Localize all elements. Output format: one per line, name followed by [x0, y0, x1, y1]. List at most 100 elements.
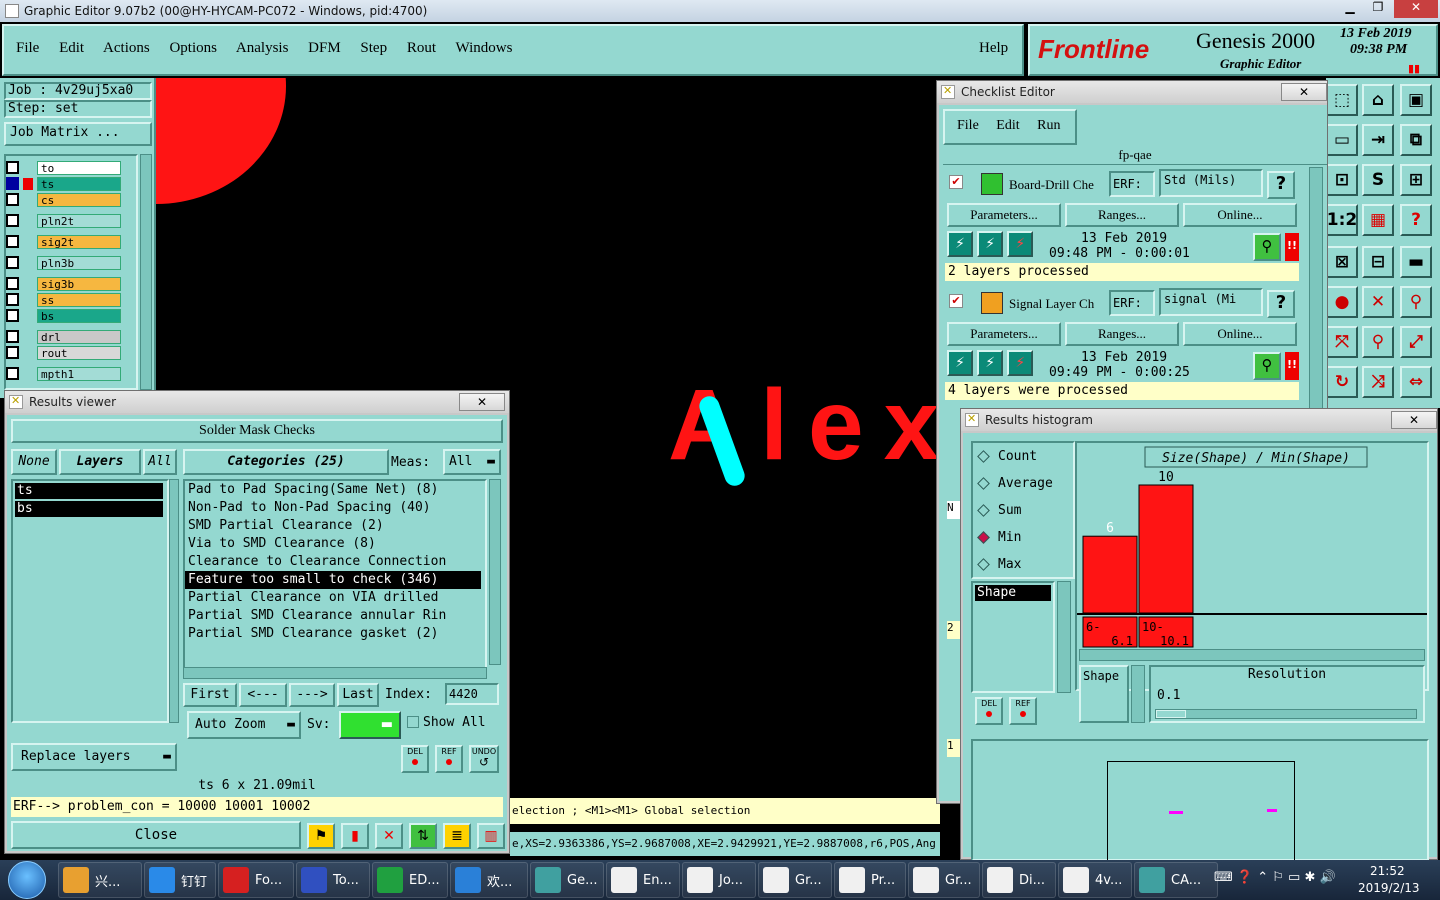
taskbar-item[interactable]: Pr... — [834, 862, 906, 898]
category-item[interactable]: Pad to Pad Spacing(Same Net) (8) — [185, 481, 485, 499]
taskbar-item[interactable]: Gr... — [908, 862, 980, 898]
ref-button[interactable]: REF — [435, 745, 463, 773]
prev-button[interactable]: <--- — [239, 683, 287, 707]
toolbar-tool-23-icon[interactable]: ⇔ — [1400, 366, 1432, 398]
toolbar-tool-6-icon[interactable]: ⊡ — [1326, 164, 1358, 196]
layer-name[interactable]: sig3b — [37, 276, 121, 291]
toolbar-tool-17-icon[interactable]: ⚲ — [1400, 286, 1432, 318]
category-item[interactable]: Non-Pad to Non-Pad Spacing (40) — [185, 499, 485, 517]
layer-result-scrollbar[interactable] — [169, 479, 179, 723]
category-item[interactable]: SMD Partial Clearance (2) — [185, 517, 485, 535]
checklist-menu-run[interactable]: Run — [1037, 118, 1060, 133]
layer-checkbox[interactable] — [6, 277, 19, 290]
zoom-results-icon[interactable]: ⚲ — [1253, 352, 1281, 380]
replace-layers-select[interactable]: Replace layers ▬ — [11, 743, 177, 771]
result-layer-item[interactable]: bs — [15, 501, 163, 517]
layer-name[interactable]: ss — [37, 292, 121, 307]
layer-row-9[interactable]: drl — [6, 329, 121, 344]
start-button[interactable] — [8, 861, 46, 899]
category-item[interactable]: Feature too small to check (346) — [185, 571, 481, 589]
layer-checkbox[interactable] — [6, 309, 19, 322]
online-button[interactable]: Online... — [1183, 203, 1297, 227]
toolbar-tool-19-icon[interactable]: ⚲ — [1362, 326, 1394, 358]
run-check-icon[interactable]: ⚡ — [947, 350, 973, 376]
layer-row-4[interactable]: sig2t — [6, 234, 121, 249]
menu-options[interactable]: Options — [169, 40, 217, 56]
resolution-slider[interactable] — [1155, 709, 1417, 719]
taskbar-item[interactable]: ED... — [372, 862, 448, 898]
run-stop-icon[interactable]: ⚡ — [1007, 350, 1034, 376]
layer-row-2[interactable]: cs — [6, 192, 121, 207]
toolbar-tool-8-icon[interactable]: ⊞ — [1400, 164, 1432, 196]
taskbar-item[interactable]: Fo... — [218, 862, 294, 898]
category-item[interactable]: Clearance to Clearance Connection — [185, 553, 485, 571]
stat-option-max[interactable]: Max — [973, 551, 1073, 578]
layer-name[interactable]: ts — [37, 176, 121, 191]
layer-name[interactable]: to — [37, 160, 121, 175]
checklist-close[interactable]: ✕ — [1281, 83, 1327, 101]
check-enable-checkbox[interactable]: ✔ — [949, 175, 963, 189]
toolbar-tool-5-icon[interactable]: ⧉ — [1400, 124, 1432, 156]
layer-row-11[interactable]: mpth1 — [6, 366, 121, 381]
toolbar-tool-4-icon[interactable]: ⇥ — [1362, 124, 1394, 156]
check-help-button[interactable]: ? — [1267, 171, 1295, 199]
ranges-button[interactable]: Ranges... — [1065, 322, 1179, 346]
hist-del-button[interactable]: DEL — [975, 697, 1003, 725]
layer-name[interactable]: pln3b — [37, 255, 121, 270]
layer-row-5[interactable]: pln3b — [6, 255, 121, 270]
taskbar-item[interactable]: CA... — [1134, 862, 1218, 898]
stat-option-count[interactable]: Count — [973, 443, 1073, 470]
toolbar-tool-11-icon[interactable]: ? — [1400, 204, 1432, 236]
layer-name[interactable]: mpth1 — [37, 366, 121, 381]
taskbar-item[interactable]: 兴... — [58, 862, 142, 898]
layer-checkbox[interactable] — [6, 177, 19, 190]
toolbar-tool-0-icon[interactable]: ⬚ — [1326, 84, 1358, 116]
menu-analysis[interactable]: Analysis — [236, 40, 289, 56]
shape-tab-scrollbar[interactable] — [1131, 665, 1145, 723]
taskbar-item[interactable]: 欢... — [450, 862, 528, 898]
erf-value[interactable]: signal (Mi — [1159, 288, 1263, 316]
menu-file[interactable]: File — [16, 40, 39, 56]
taskbar-item[interactable]: Ge... — [530, 862, 604, 898]
sv-color-select[interactable]: ▬ — [339, 711, 401, 739]
layer-row-8[interactable]: bs — [6, 308, 121, 323]
taskbar-item[interactable]: Jo... — [682, 862, 756, 898]
chart-hscrollbar[interactable] — [1079, 649, 1425, 661]
run-check-icon[interactable]: ⚡ — [947, 231, 973, 257]
layer-checkbox[interactable] — [6, 330, 19, 343]
run-fix-icon[interactable]: ⚡ — [977, 231, 1004, 257]
taskbar-item[interactable]: 4v... — [1058, 862, 1132, 898]
taskbar-item[interactable]: Di... — [982, 862, 1056, 898]
restore-button[interactable]: ❐ — [1364, 0, 1392, 18]
minimize-button[interactable]: ▁ — [1336, 0, 1364, 18]
taskbar-item[interactable]: 钉钉 — [144, 862, 216, 898]
toolbar-tool-9-icon[interactable]: 1:2 — [1326, 204, 1358, 236]
parameters-button[interactable]: Parameters... — [947, 322, 1061, 346]
result-layer-item[interactable]: ts — [15, 483, 163, 499]
toolbar-tool-21-icon[interactable]: ↻ — [1326, 366, 1358, 398]
hist-ref-button[interactable]: REF — [1009, 697, 1037, 725]
layer-name[interactable]: pln2t — [37, 213, 121, 228]
menu-rout[interactable]: Rout — [407, 40, 436, 56]
toolbar-tool-10-icon[interactable]: ▦ — [1362, 204, 1394, 236]
shape-tab[interactable]: Shape — [1079, 665, 1129, 723]
menu-edit[interactable]: Edit — [59, 40, 84, 56]
shape-list-item[interactable]: Shape — [975, 585, 1051, 601]
menu-help[interactable]: Help — [979, 40, 1008, 57]
all-button[interactable]: All — [143, 449, 177, 475]
toolbar-tool-16-icon[interactable]: ✕ — [1362, 286, 1394, 318]
meas-select[interactable]: All ▬ — [443, 449, 501, 475]
layer-checkbox[interactable] — [6, 235, 19, 248]
layer-row-1[interactable]: ts — [6, 176, 121, 191]
parameters-button[interactable]: Parameters... — [947, 203, 1061, 227]
layer-checkbox[interactable] — [6, 161, 19, 174]
ranges-button[interactable]: Ranges... — [1065, 203, 1179, 227]
stat-option-min[interactable]: Min — [973, 524, 1073, 551]
none-button[interactable]: None — [11, 449, 57, 475]
online-button[interactable]: Online... — [1183, 322, 1297, 346]
results-tool-1-icon[interactable]: ▮ — [341, 823, 369, 849]
slider-thumb[interactable] — [1156, 710, 1186, 718]
show-all-checkbox[interactable] — [407, 716, 419, 728]
layer-name[interactable]: bs — [37, 308, 121, 323]
menu-actions[interactable]: Actions — [103, 40, 150, 56]
